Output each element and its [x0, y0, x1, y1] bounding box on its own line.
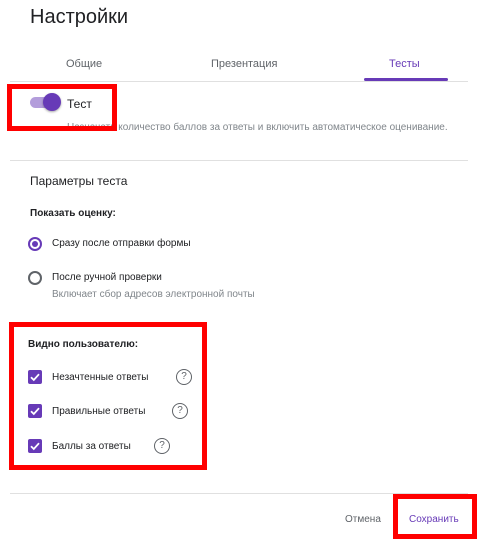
tabs-divider: [10, 81, 468, 82]
tab-quizzes[interactable]: Тесты: [389, 58, 420, 70]
quiz-toggle-description: Назначать количество баллов за ответы и …: [67, 122, 448, 133]
quiz-options-title: Параметры теста: [30, 174, 128, 188]
highlight-box-save: [393, 494, 477, 539]
option-after-review-label: После ручной проверки: [52, 272, 162, 283]
section-divider: [10, 160, 468, 161]
radio-after-review[interactable]: [28, 271, 42, 285]
highlight-box-toggle: [7, 84, 117, 131]
release-grade-label: Показать оценку:: [30, 208, 116, 219]
option-after-review-sub: Включает сбор адресов электронной почты: [52, 289, 255, 300]
tab-general[interactable]: Общие: [66, 58, 102, 70]
option-immediately-label: Сразу после отправки формы: [52, 238, 191, 249]
radio-immediately[interactable]: [28, 237, 42, 251]
dialog-title: Настройки: [30, 6, 129, 28]
tab-presentation[interactable]: Презентация: [211, 58, 277, 70]
highlight-box-respondent: [9, 322, 207, 470]
cancel-button[interactable]: Отмена: [345, 514, 381, 525]
